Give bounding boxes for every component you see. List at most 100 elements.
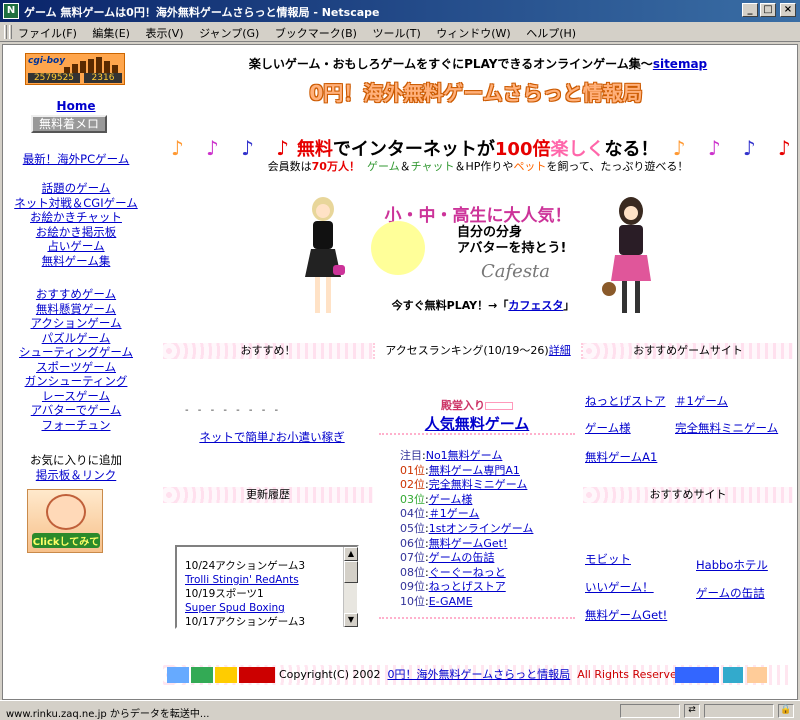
ranking-item[interactable]: 01位:無料ゲーム専門A1 bbox=[400, 464, 533, 479]
ranking-item[interactable]: 02位:完全無料ミニゲーム bbox=[400, 478, 533, 493]
rec-site2-link[interactable]: ゲームの缶詰 bbox=[696, 585, 765, 601]
menu-file[interactable]: ファイル(F) bbox=[18, 25, 77, 41]
music-note-icon: ♪ bbox=[241, 136, 254, 160]
sidebar-item-puzzle[interactable]: パズルゲーム bbox=[3, 331, 149, 346]
maximize-button[interactable]: □ bbox=[760, 3, 776, 17]
sidebar-item-race[interactable]: レースゲーム bbox=[3, 389, 149, 404]
recommend-header: おすすめ！ bbox=[163, 343, 373, 359]
lock-icon[interactable]: 🔒 bbox=[778, 704, 794, 718]
ranking-title-link[interactable]: 人気無料ゲーム bbox=[379, 413, 575, 434]
sidebar-item-prize[interactable]: 無料懸賞ゲーム bbox=[3, 302, 149, 317]
menu-window[interactable]: ウィンドウ(W) bbox=[436, 25, 510, 41]
sidebar-item-net-battle[interactable]: ネット対戦＆CGIゲーム bbox=[3, 196, 149, 211]
history-scrollbar[interactable]: ▲ ▼ bbox=[343, 547, 358, 627]
counter-total: 2579525 bbox=[28, 73, 80, 83]
sidebar-item-topic[interactable]: 話題のゲーム bbox=[3, 181, 149, 196]
ranking-item[interactable]: 05位:1stオンラインゲーム bbox=[400, 522, 533, 537]
ranking-item[interactable]: 10位:E-GAME bbox=[400, 595, 533, 610]
mini-banner-image[interactable] bbox=[747, 667, 767, 683]
site-logo[interactable]: 0円！海外無料ゲームさらっと情報局 bbox=[306, 77, 646, 109]
free-ringtone-button[interactable]: 無料着メロ bbox=[31, 115, 107, 133]
mini-banner-image[interactable] bbox=[675, 667, 719, 683]
money-link-wrap: ネットで簡単♪お小遣い稼ぎ bbox=[163, 429, 381, 445]
rec-site-link[interactable]: ＃1ゲーム bbox=[675, 393, 728, 409]
footer: Copyright(C) 2002 0円！海外無料ゲームさらっと情報局 All … bbox=[163, 665, 793, 685]
menu-go[interactable]: ジャンプ(G) bbox=[199, 25, 259, 41]
sidebar-item-shooting[interactable]: シューティングゲーム bbox=[3, 345, 149, 360]
sidebar-item-sports[interactable]: スポーツゲーム bbox=[3, 360, 149, 375]
cafesta-banner[interactable]: 自分の分身 アバターを持とう! Cafesta bbox=[371, 217, 591, 289]
avatar-girl-right-image[interactable] bbox=[601, 195, 661, 323]
mini-banner-image[interactable] bbox=[191, 667, 213, 683]
ranking-item[interactable]: 07位:ゲームの缶詰 bbox=[400, 551, 533, 566]
mini-banner-image[interactable] bbox=[723, 667, 743, 683]
menu-bookmarks[interactable]: ブックマーク(B) bbox=[275, 25, 357, 41]
ranking-item[interactable]: 注目:No1無料ゲーム bbox=[400, 449, 533, 464]
rec-site-link[interactable]: ねっとげストア bbox=[585, 393, 666, 409]
ranking-item[interactable]: 04位:＃1ゲーム bbox=[400, 507, 533, 522]
ranking-item[interactable]: 08位:ぐーぐーねっと bbox=[400, 566, 533, 581]
menu-help[interactable]: ヘルプ(H) bbox=[526, 25, 576, 41]
mini-banner-image[interactable] bbox=[167, 667, 189, 683]
ranking-item[interactable]: 03位:ゲーム様 bbox=[400, 493, 533, 508]
connection-icon[interactable]: ⇄ bbox=[684, 704, 700, 718]
window-title-bar[interactable]: N ゲーム 無料ゲームは0円！海外無料ゲームさらっと情報局 - Netscape… bbox=[0, 0, 800, 22]
access-counter[interactable]: cgi-boy 2579525 2316 bbox=[25, 53, 125, 85]
copyright: Copyright(C) 2002 0円！海外無料ゲームさらっと情報局 All … bbox=[279, 668, 684, 681]
sidebar-item-action[interactable]: アクションゲーム bbox=[3, 316, 149, 331]
security-indicator bbox=[704, 704, 774, 718]
rec-site2-link[interactable]: いいゲーム！ bbox=[585, 579, 654, 595]
rec-site-link[interactable]: ゲーム様 bbox=[585, 420, 631, 436]
sidebar-item-board[interactable]: 掲示板＆リンク bbox=[3, 468, 149, 483]
update-history-list: 10/24アクションゲーム3 Trolli Stingin' RedAnts 1… bbox=[185, 559, 341, 629]
footer-site-link[interactable]: 0円！海外無料ゲームさらっと情報局 bbox=[388, 668, 571, 681]
mini-banner-image[interactable] bbox=[239, 667, 275, 683]
menu-view[interactable]: 表示(V) bbox=[145, 25, 183, 41]
sidebar-item-oekaki-chat[interactable]: お絵かきチャット bbox=[3, 210, 149, 225]
sidebar-item-free-games[interactable]: 無料ゲーム集 bbox=[3, 254, 149, 269]
menu-edit[interactable]: 編集(E) bbox=[92, 25, 130, 41]
history-link[interactable]: Super Spud Boxing bbox=[185, 601, 341, 615]
rec-site2-link[interactable]: Habboホテル bbox=[696, 557, 768, 573]
sidebar-item-recommended[interactable]: おすすめゲーム bbox=[3, 287, 149, 302]
cafesta-link[interactable]: カフェスタ bbox=[508, 299, 563, 312]
ranking-item[interactable]: 06位:無料ゲームGet! bbox=[400, 537, 533, 552]
netscape-app-icon[interactable]: N bbox=[3, 3, 19, 19]
close-button[interactable]: × bbox=[780, 3, 796, 17]
scroll-down-icon[interactable]: ▼ bbox=[344, 613, 358, 627]
promo-subline[interactable]: 会員数は70万人！ ゲーム＆チャット＆HP作りやペットを飼って、たっぷり遊べる！ bbox=[163, 158, 793, 174]
toolbar-grip-2[interactable] bbox=[9, 25, 12, 39]
ranking-item[interactable]: 09位:ねっとげストア bbox=[400, 580, 533, 595]
sidebar-banner[interactable]: Clickしてみて bbox=[27, 489, 103, 553]
status-message: www.rinku.zaq.ne.jp からデータを転送中... bbox=[6, 709, 210, 720]
rec-site-link[interactable]: 無料ゲームA1 bbox=[585, 449, 657, 465]
page-viewport: cgi-boy 2579525 2316 Home 無料着メロ 最新！海外PCゲ… bbox=[2, 44, 798, 700]
progress-indicator bbox=[620, 704, 680, 718]
mini-banner-image[interactable] bbox=[215, 667, 237, 683]
sidebar-item-latest-pc[interactable]: 最新！海外PCゲーム bbox=[3, 152, 149, 167]
sidebar-item-avatar[interactable]: アバターでゲーム bbox=[3, 403, 149, 418]
scroll-thumb[interactable] bbox=[344, 561, 358, 583]
history-item: 10/24アクションゲーム3 bbox=[185, 560, 306, 572]
update-history-box[interactable]: 10/24アクションゲーム3 Trolli Stingin' RedAnts 1… bbox=[175, 545, 359, 629]
window-title: ゲーム 無料ゲームは0円！海外無料ゲームさらっと情報局 - Netscape bbox=[24, 6, 380, 19]
sidebar-bookmark-text[interactable]: お気に入りに追加 bbox=[3, 453, 149, 468]
minimize-button[interactable]: _ bbox=[742, 3, 758, 17]
rec-site2-link[interactable]: 無料ゲームGet! bbox=[585, 607, 667, 623]
sidebar-home-link[interactable]: Home bbox=[3, 99, 149, 113]
money-link[interactable]: ネットで簡単♪お小遣い稼ぎ bbox=[199, 430, 344, 444]
ranking-details-link[interactable]: 詳細 bbox=[549, 344, 571, 357]
rec-site2-link[interactable]: モビット bbox=[585, 551, 631, 567]
sidebar-item-oekaki-bbs[interactable]: お絵かき掲示板 bbox=[3, 225, 149, 240]
avatar-girl-left-image[interactable] bbox=[295, 195, 351, 323]
music-note-icon: ♪ bbox=[672, 136, 686, 160]
sidebar-item-fortune-2[interactable]: フォーチュン bbox=[3, 418, 149, 433]
sitemap-link[interactable]: sitemap bbox=[653, 57, 707, 71]
toolbar-grip[interactable] bbox=[4, 25, 7, 39]
history-link[interactable]: Trolli Stingin' RedAnts bbox=[185, 573, 341, 587]
menu-tools[interactable]: ツール(T) bbox=[372, 25, 420, 41]
rec-site-link[interactable]: 完全無料ミニゲーム bbox=[675, 420, 778, 436]
sidebar-item-gun-shooting[interactable]: ガンシューティング bbox=[3, 374, 149, 389]
scroll-up-icon[interactable]: ▲ bbox=[344, 547, 358, 561]
sidebar-item-fortune[interactable]: 占いゲーム bbox=[3, 239, 149, 254]
